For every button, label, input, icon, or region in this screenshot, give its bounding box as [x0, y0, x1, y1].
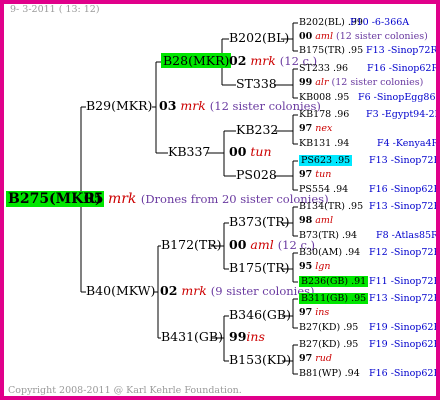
gen4-drone-pedigree: F19 -Sinop62R	[369, 322, 440, 333]
gen4-mating-info: 95 lgn	[299, 261, 331, 272]
gen4-drone-queen[interactable]: B175(TR) .95	[299, 46, 363, 56]
gen4-mating-info: 00 aml (12 sister colonies)	[299, 31, 428, 42]
gen4-parent-queen[interactable]: B27(KD) .95	[299, 340, 358, 350]
gen4-drone-pedigree: F13 -Sinop72R	[366, 45, 438, 56]
gen2-queen[interactable]: B172(TR)	[161, 238, 222, 252]
gen3-queen[interactable]: B373(TR)	[229, 215, 290, 229]
gen4-pedigree-line: F3 -Egypt94-2R	[366, 109, 440, 120]
gen4-drone-queen[interactable]: B81(WP) .94	[299, 369, 360, 379]
gen3-queen[interactable]: PS028	[236, 168, 277, 182]
pedigree-frame: 9- 3-2011 ( 13: 12) Copyright 2008-2011 …	[0, 0, 440, 400]
gen4-drone-pedigree: F8 -Atlas85R	[376, 230, 439, 241]
gen3-queen[interactable]: B175(TR)	[229, 261, 290, 275]
gen4-mating-info: 97 ins	[299, 307, 330, 318]
gen1-year: 02	[160, 283, 178, 298]
gen2-queen-name: B28(MKR)	[161, 53, 232, 68]
gen4-parent-queen[interactable]: PS623 .95	[299, 155, 353, 166]
gen4-pedigree-line: F13 -Sinop72R	[369, 201, 440, 212]
gen2-mating-info: 00 tun	[229, 144, 272, 159]
gen4-mating-info: 97 rud	[299, 353, 333, 364]
gen1-year: 03	[159, 98, 177, 113]
gen4-drone-pedigree: F16 -Sinop62R	[369, 184, 440, 195]
gen4-pedigree-line: F12 -Sinop72R	[369, 247, 440, 258]
gen4-drone-queen[interactable]: B27(KD) .95	[299, 323, 358, 333]
gen1-mating-info: 03 mrk (12 sister colonies)	[159, 98, 321, 113]
gen4-drone-pedigree: F4 -Kenya4R	[377, 138, 439, 149]
gen4-mating-info: 98 aml	[299, 215, 333, 226]
gen4-parent-queen[interactable]: B134(TR) .95	[299, 202, 363, 212]
gen4-drone-queen[interactable]: KB131 .94	[299, 139, 349, 149]
gen1-mating-info: 02 mrk (9 sister colonies)	[160, 283, 315, 298]
root-year: 05	[84, 191, 104, 207]
gen4-mating-info: 97 tun	[299, 169, 332, 180]
gen2-mark: ins	[246, 329, 265, 344]
gen2-year: 00	[229, 144, 247, 159]
gen2-year: 00	[229, 237, 247, 252]
gen2-mating-info: 99ins	[229, 329, 265, 344]
gen4-mating-info: 99 alr (12 sister colonies)	[299, 77, 424, 88]
gen1-mark: mrk	[181, 283, 207, 298]
copyright-footer: Copyright 2008-2011 @ Karl Kehrle Founda…	[8, 385, 242, 396]
gen4-drone-queen[interactable]: KB008 .95	[299, 93, 349, 103]
gen4-pedigree-line: F19 -Sinop62R	[369, 339, 440, 350]
gen1-queen[interactable]: B40(MKW)	[86, 284, 155, 298]
gen2-mark: aml	[250, 237, 274, 252]
gen2-mark: tun	[250, 144, 272, 159]
root-mating-info: 05 mrk (Drones from 20 sister colonies)	[84, 192, 329, 206]
gen2-year: 02	[229, 53, 247, 68]
gen4-pedigree-line: F13 -Sinop72R	[369, 155, 440, 166]
gen2-queen[interactable]: B28(MKR)	[161, 53, 232, 68]
gen1-queen[interactable]: B29(MKR)	[86, 99, 152, 113]
date-stamp: 9- 3-2011 ( 13: 12)	[10, 4, 100, 15]
gen3-queen[interactable]: B202(BL)	[229, 31, 289, 45]
gen4-pedigree-line: F13 -Sinop72R	[369, 293, 440, 304]
gen4-pedigree-line: F10 -6-366A	[350, 17, 410, 28]
gen4-drone-pedigree: F16 -Sinop62R	[369, 368, 440, 379]
gen4-parent-queen[interactable]: KB178 .96	[299, 110, 349, 120]
gen2-queen[interactable]: KB337	[168, 145, 210, 159]
gen4-drone-pedigree: F6 -SinopEgg86R	[358, 92, 440, 103]
gen4-drone-queen[interactable]: B73(TR) .94	[299, 231, 357, 241]
gen4-drone-queen[interactable]: PS554 .94	[299, 185, 348, 195]
gen1-mark: mrk	[180, 98, 206, 113]
gen3-queen[interactable]: B346(GB)	[229, 308, 291, 322]
gen4-parent-queen[interactable]: B30(AM) .94	[299, 248, 360, 258]
gen3-queen[interactable]: KB232	[236, 123, 278, 137]
gen4-parent-queen[interactable]: ST233 .96	[299, 64, 348, 74]
gen2-queen[interactable]: B431(GB)	[161, 330, 223, 344]
gen2-year: 99	[229, 329, 247, 344]
gen4-parent-queen[interactable]: B311(GB) .95	[299, 293, 369, 304]
gen4-drone-pedigree: F11 -Sinop72R	[369, 276, 440, 287]
gen4-drone-queen[interactable]: B236(GB) .91	[299, 276, 369, 287]
gen4-mating-info: 97 nex	[299, 123, 333, 134]
root-mark: mrk	[107, 191, 137, 207]
gen3-queen[interactable]: ST338	[236, 77, 277, 91]
gen2-mark: mrk	[250, 53, 276, 68]
gen3-queen[interactable]: B153(KD)	[229, 353, 291, 367]
gen4-pedigree-line: F16 -Sinop62R	[367, 63, 439, 74]
